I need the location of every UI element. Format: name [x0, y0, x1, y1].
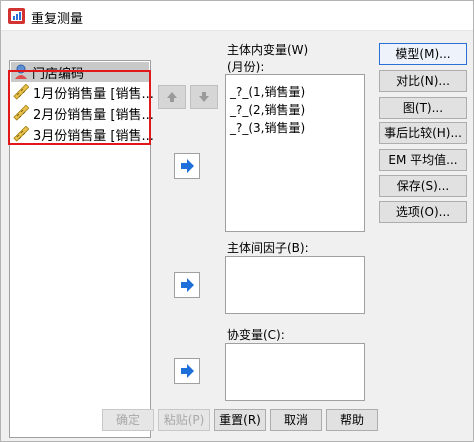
repeated-measures-dialog: 重复测量 门店编码 1月份销售量 [销售... 2月份销售量 [销售... 3月… [0, 0, 474, 442]
between-subjects-label: 主体间因子(B): [227, 241, 309, 255]
within-subjects-factor-label: (月份): [227, 60, 265, 74]
arrow-right-icon [181, 159, 194, 173]
arrow-up-icon [167, 92, 177, 102]
title-bar: 重复测量 [1, 1, 473, 31]
within-subjects-list[interactable]: _?_(1,销售量) _?_(2,销售量) _?_(3,销售量) [225, 74, 365, 232]
contrast-button[interactable]: 对比(N)... [379, 70, 467, 92]
covariates-label: 协变量(C): [227, 328, 285, 342]
ok-button[interactable]: 确定 [102, 409, 154, 431]
list-item[interactable]: _?_(3,销售量) [230, 119, 305, 136]
move-to-within-button[interactable] [174, 153, 200, 179]
list-item[interactable]: _?_(2,销售量) [230, 101, 305, 118]
arrow-right-icon [181, 278, 194, 292]
dialog-title: 重复测量 [31, 12, 84, 27]
cancel-button[interactable]: 取消 [270, 409, 322, 431]
save-button[interactable]: 保存(S)... [379, 175, 467, 197]
post-hoc-button[interactable]: 事后比较(H)... [379, 122, 467, 144]
spss-app-icon [8, 8, 25, 24]
options-button[interactable]: 选项(O)... [379, 201, 467, 223]
reset-button[interactable]: 重置(R) [214, 409, 266, 431]
model-button[interactable]: 模型(M)... [379, 43, 467, 65]
move-to-between-button[interactable] [174, 272, 200, 298]
paste-button[interactable]: 粘贴(P) [158, 409, 210, 431]
arrow-right-icon [181, 364, 194, 378]
within-subjects-label: 主体内变量(W) [227, 43, 309, 57]
covariates-list[interactable] [225, 343, 365, 401]
move-to-covariate-button[interactable] [174, 358, 200, 384]
plots-button[interactable]: 图(T)... [379, 97, 467, 119]
move-down-button[interactable] [190, 85, 218, 109]
selection-highlight-box [8, 70, 151, 145]
help-button[interactable]: 帮助 [326, 409, 378, 431]
list-item[interactable]: _?_(1,销售量) [230, 83, 305, 100]
move-up-button[interactable] [158, 85, 186, 109]
arrow-down-icon [199, 92, 209, 102]
between-subjects-list[interactable] [225, 256, 365, 314]
em-means-button[interactable]: EM 平均值... [379, 149, 467, 171]
